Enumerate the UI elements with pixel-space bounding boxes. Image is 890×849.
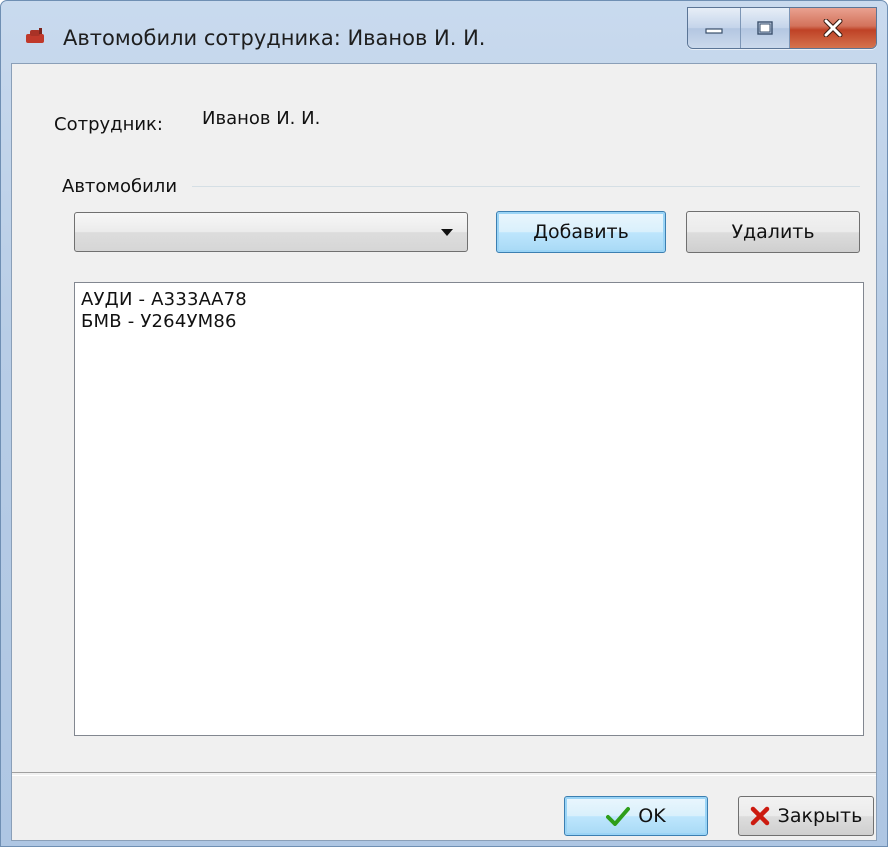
add-car-button[interactable]: Добавить — [496, 211, 666, 253]
close-window-button[interactable] — [790, 8, 876, 48]
footer-separator — [12, 772, 876, 776]
minimize-icon — [705, 28, 723, 34]
close-icon — [823, 19, 843, 37]
car-select-combobox[interactable] — [74, 212, 468, 252]
employee-name: Иванов И. И. — [202, 108, 321, 129]
close-dialog-button[interactable]: Закрыть — [738, 796, 874, 836]
ok-button[interactable]: OK — [564, 796, 708, 836]
maximize-button[interactable] — [741, 8, 790, 48]
minimize-button[interactable] — [688, 8, 741, 48]
ok-label: OK — [638, 805, 666, 827]
window-controls — [687, 7, 877, 49]
window-title: Автомобили сотрудника: Иванов И. И. — [63, 26, 486, 50]
close-dialog-label: Закрыть — [777, 805, 863, 827]
delete-car-label: Удалить — [731, 221, 815, 243]
dialog-window: Автомобили сотрудника: Иванов И. И. Сотр… — [0, 0, 888, 847]
group-divider — [192, 186, 860, 187]
maximize-icon — [757, 21, 773, 35]
list-item[interactable]: АУДИ - А333АА78 — [81, 289, 857, 311]
cars-listbox[interactable]: АУДИ - А333АА78 БМВ - У264УМ86 — [74, 282, 864, 736]
cars-group-title: Автомобили — [62, 176, 178, 197]
delete-car-button[interactable]: Удалить — [686, 211, 860, 253]
employee-label: Сотрудник: — [54, 114, 163, 135]
list-item[interactable]: БМВ - У264УМ86 — [81, 311, 857, 333]
check-icon — [606, 807, 631, 826]
app-car-icon — [26, 28, 44, 43]
dialog-client-area: Сотрудник: Иванов И. И. Автомобили Добав… — [11, 63, 877, 841]
chevron-down-icon[interactable] — [441, 229, 453, 236]
x-icon — [750, 806, 769, 826]
title-bar[interactable]: Автомобили сотрудника: Иванов И. И. — [1, 1, 887, 63]
add-car-label: Добавить — [533, 221, 629, 243]
